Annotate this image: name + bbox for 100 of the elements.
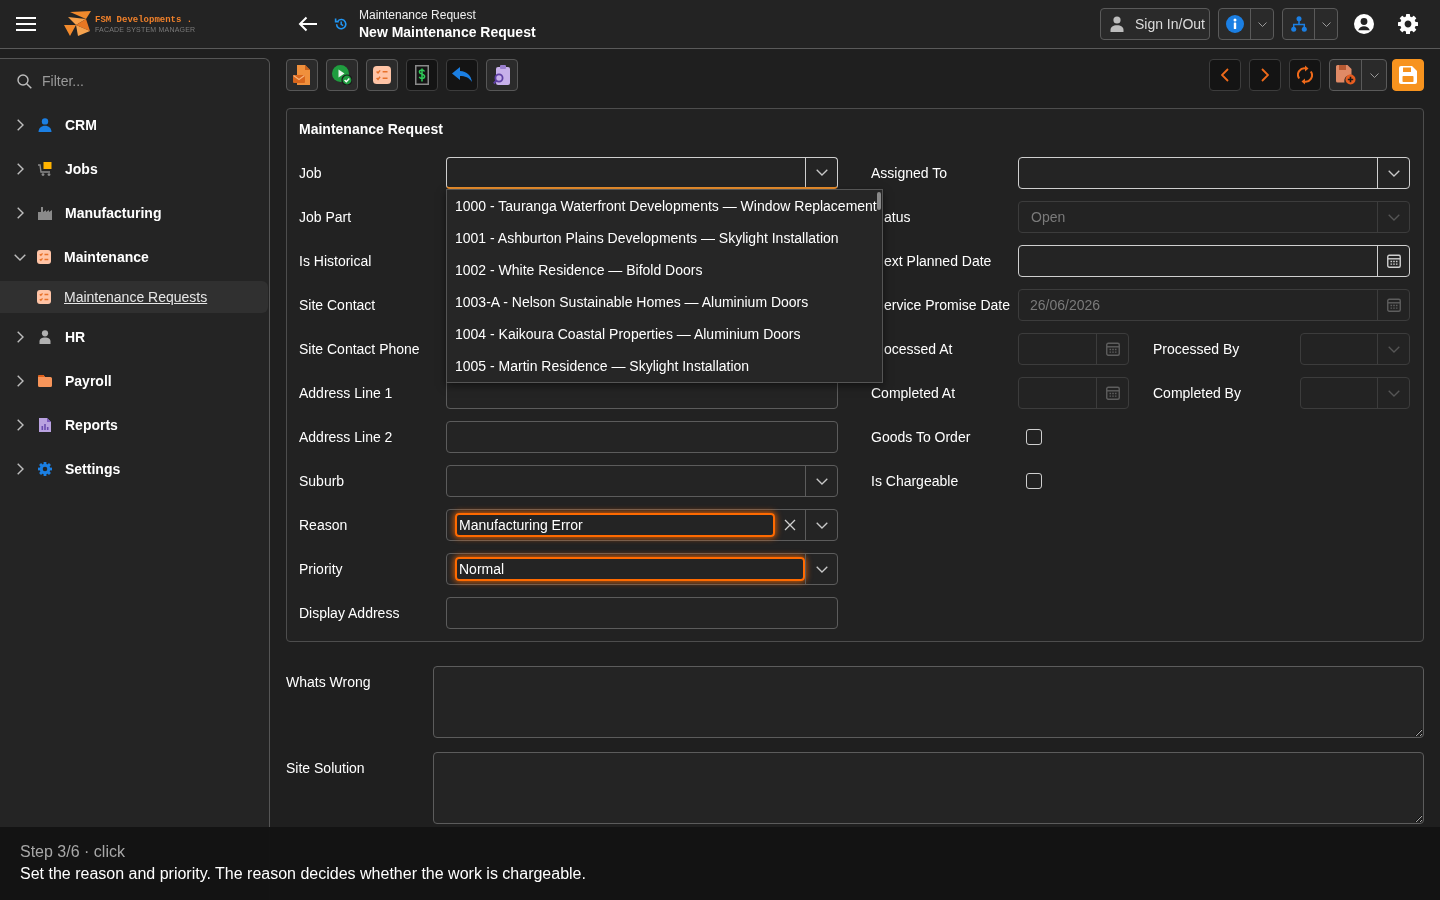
calendar-icon [1386,298,1401,312]
person-icon [1109,16,1124,32]
sidebar-item[interactable]: Reports [0,403,268,447]
sidebar-item[interactable]: CRM [0,103,268,147]
person-icon [39,330,51,344]
info-split-button[interactable] [1218,8,1274,40]
scrollbar[interactable] [877,192,881,210]
filter-field[interactable]: Filter... [42,66,242,96]
field-label: Site Solution [286,759,365,778]
checklist-button[interactable] [366,59,398,91]
sidebar-item[interactable]: Settings [0,447,268,491]
dropdown-option[interactable]: 1000 - Tauranga Waterfront Developments — Window Replacement [447,190,882,222]
caret-icon [1387,169,1400,177]
chevron-right-icon [1261,68,1269,82]
save-button[interactable] [1392,59,1424,91]
dropdown-field[interactable]: Normal [446,553,838,585]
folder-icon [38,375,52,387]
save-icon [1399,66,1417,84]
menu-icon[interactable] [16,16,36,32]
clipboard-search-icon [493,65,511,85]
field-label: Priority [299,561,343,577]
next-button[interactable] [1249,59,1281,91]
reply-icon [452,67,472,83]
caret-icon [815,169,828,176]
play-button[interactable] [326,59,358,91]
textarea-field[interactable] [433,666,1424,738]
sign-in-out-button[interactable]: Sign In/Out [1099,8,1210,40]
refresh-icon [1297,65,1313,85]
checklist-icon [37,250,51,264]
logo-name: FSM Developments . [95,14,194,26]
caret-icon [1257,21,1267,27]
field-label: Address Line 1 [299,385,393,401]
field-label: Is Chargeable [871,473,959,489]
checklist-icon [373,66,391,84]
page-title: New Maintenance Request [359,22,536,41]
clear-icon[interactable] [784,519,796,531]
dropdown-field[interactable]: Manufacturing Error [446,509,838,541]
textarea-field[interactable] [433,752,1424,824]
chevron-left-icon [1221,68,1229,82]
save-new-split-button[interactable] [1329,59,1387,91]
dropdown-option[interactable]: 1005 - Martin Residence — Skylight Installation [447,350,882,382]
caret-icon [815,565,828,573]
field-label: Processed By [1153,341,1240,357]
clipboard-search-button[interactable] [486,59,518,91]
field-label: Completed At [871,385,956,401]
play-check-icon [332,65,352,85]
field-label: Address Line 2 [299,429,393,445]
section-title: Maintenance Request [299,120,444,138]
back-arrow-icon[interactable] [298,16,318,32]
field-label: Job [299,165,322,181]
field-label: ext Planned Date [884,253,992,269]
calendar-icon [1105,342,1120,356]
combo-input[interactable]: Manufacturing Error [455,513,775,537]
dropdown-field[interactable] [446,465,838,497]
calendar-icon [1105,386,1120,400]
settings-icon[interactable] [1398,14,1418,34]
breadcrumb: Maintenance Request [359,7,477,23]
checkbox[interactable] [1026,473,1042,489]
history-icon [334,17,348,31]
dropdown-option[interactable]: 1004 - Kaikoura Coastal Properties — Aluminium Doors [447,318,882,350]
caret-icon [1321,21,1331,27]
previous-button[interactable] [1209,59,1241,91]
document-envelope-icon [293,65,311,85]
user-account-icon[interactable] [1354,14,1374,34]
sidebar-item[interactable]: Payroll [0,359,268,403]
field-label: Whats Wrong [286,673,371,692]
dollar-icon [415,65,429,85]
dropdown-option[interactable]: 1002 - White Residence — Bifold Doors [447,254,882,286]
sidebar-item[interactable]: Jobs [0,147,268,191]
settings-icon [38,462,52,476]
search-icon [17,73,32,89]
caret-icon [1387,213,1400,221]
field-label: Is Historical [299,253,372,269]
sidebar-item[interactable]: Manufacturing [0,191,268,235]
sidebar-subitem[interactable]: Maintenance Requests [0,281,268,313]
info-icon [1225,15,1244,33]
refresh-button[interactable] [1289,59,1321,91]
sidebar-item[interactable]: HR [0,315,268,359]
caret-icon [815,521,828,529]
dollar-button[interactable] [406,59,438,91]
field-label: ervice Promise Date [884,297,1011,313]
field-label: Display Address [299,605,400,621]
checklist-icon [37,290,51,304]
combo-input[interactable]: Normal [455,557,805,581]
field-label: Completed By [1153,385,1241,401]
reply-button[interactable] [446,59,478,91]
caret-icon [1387,389,1400,397]
org-chart-split-button[interactable] [1282,8,1338,40]
field-label: ocessed At [884,341,953,357]
field-label: Assigned To [871,165,947,181]
text-field[interactable] [446,597,838,629]
dropdown-option[interactable]: 1003-A - Nelson Sustainable Homes — Aluminium Doors [447,286,882,318]
field-label: Reason [299,517,348,533]
field-label: atus [884,209,911,225]
sidebar-item[interactable]: Maintenance [0,235,268,279]
text-field[interactable] [446,421,838,453]
checkbox[interactable] [1026,429,1042,445]
field-label: Job Part [299,209,352,225]
document-button[interactable] [286,59,318,91]
dropdown-option[interactable]: 1001 - Ashburton Plains Developments — Skylight Installation [447,222,882,254]
